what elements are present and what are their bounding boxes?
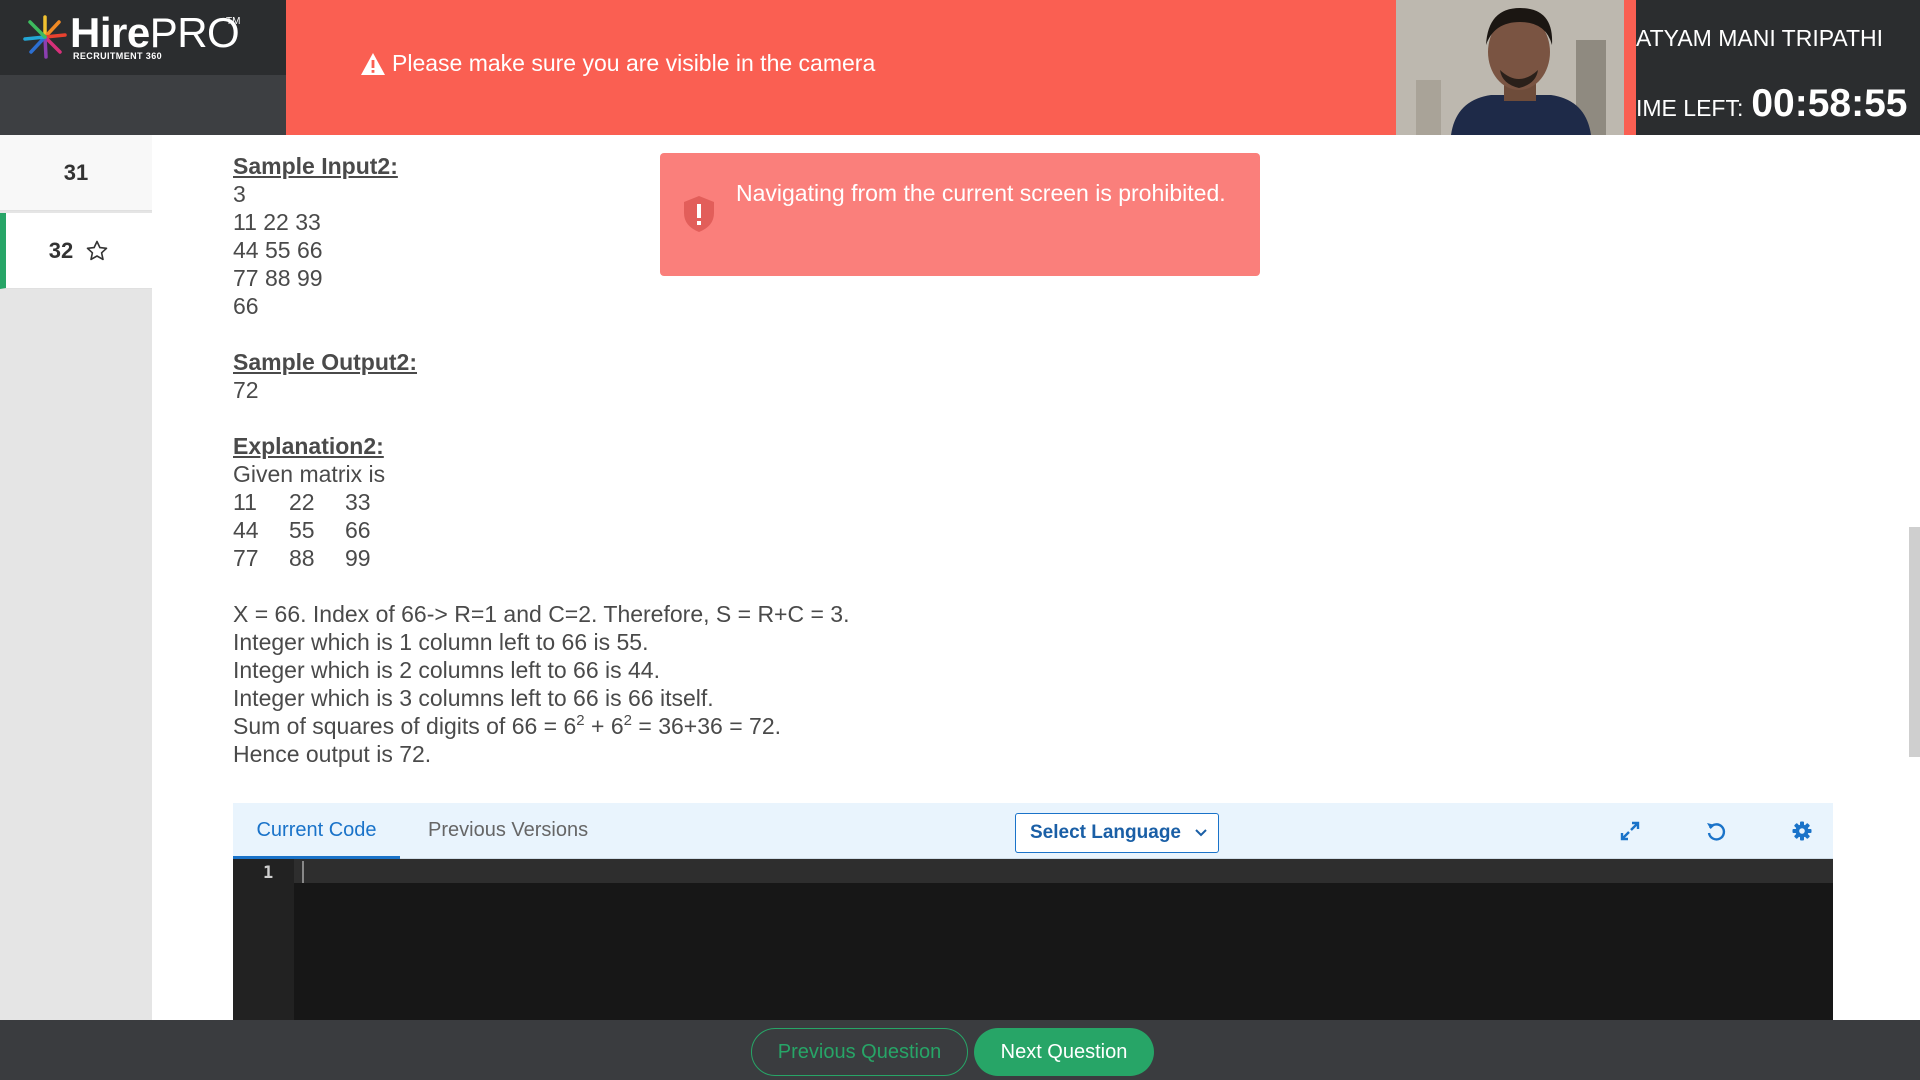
text-cursor (302, 861, 304, 883)
line-number: 1 (263, 863, 274, 883)
sample-output-value: 72 (233, 377, 259, 403)
tab-current-code[interactable]: Current Code (233, 803, 400, 859)
user-panel: ATYAM MANI TRIPATHI IME LEFT: 00:58:55 (1636, 0, 1920, 135)
expand-icon[interactable] (1619, 820, 1641, 842)
camera-alert-banner: Please make sure you are visible in the … (286, 0, 1396, 135)
code-input-area[interactable]: 1 (233, 859, 1833, 1020)
reset-icon[interactable] (1705, 820, 1727, 842)
matrix-row: 44 55 66 (233, 516, 850, 544)
trademark: TM (226, 16, 241, 27)
tab-previous-versions[interactable]: Previous Versions (428, 803, 588, 859)
shield-alert-icon (684, 196, 714, 232)
matrix-cell: 55 (289, 517, 315, 543)
matrix-cell: 77 (233, 545, 259, 571)
matrix-cell: 66 (345, 517, 371, 543)
question-sidebar: 31 32 (0, 135, 152, 1020)
matrix-row: 11 22 33 (233, 488, 850, 516)
star-outline-icon[interactable] (85, 239, 109, 263)
settings-gear-icon[interactable] (1791, 820, 1813, 842)
matrix-cell: 33 (345, 489, 371, 515)
conclusion-line: Hence output is 72. (233, 741, 432, 767)
navigation-warning-toast: Navigating from the current screen is pr… (660, 153, 1260, 276)
toast-message: Navigating from the current screen is pr… (736, 180, 1226, 206)
code-editor-panel: Current Code Previous Versions Select La… (233, 803, 1833, 1020)
warning-triangle-icon (361, 52, 385, 75)
editor-tab-bar: Current Code Previous Versions Select La… (233, 803, 1833, 859)
brand-name: HirePRO (70, 9, 240, 56)
question-number: 31 (63, 159, 89, 185)
explanation-line: Integer which is 3 columns left to 66 is… (233, 685, 714, 711)
sample-output-heading: Sample Output2: (233, 349, 418, 375)
explanation-line: Integer which is 1 column left to 66 is … (233, 629, 649, 655)
explanation-intro: Given matrix is (233, 461, 386, 487)
explanation-line: Integer which is 2 columns left to 66 is… (233, 657, 660, 683)
brand-logo: HirePRO TM RECRUITMENT 360 (0, 0, 286, 75)
page-scrollbar[interactable] (1909, 527, 1920, 757)
active-line-highlight (233, 859, 1833, 883)
webcam-preview (1396, 0, 1624, 135)
matrix-cell: 11 (233, 489, 257, 515)
language-select[interactable]: Select Language (1015, 813, 1219, 853)
candidate-name: ATYAM MANI TRIPATHI (1636, 25, 1884, 51)
matrix-cell: 99 (345, 545, 371, 571)
question-item-31[interactable]: 31 (0, 135, 152, 211)
language-select-label: Select Language (1030, 822, 1181, 843)
chevron-down-icon (1195, 829, 1207, 837)
timer: IME LEFT: 00:58:55 (1636, 82, 1907, 126)
header-strip (0, 75, 286, 135)
question-item-32[interactable]: 32 (0, 213, 152, 289)
next-question-button[interactable]: Next Question (974, 1028, 1154, 1076)
camera-border (1624, 0, 1636, 135)
line-number-gutter: 1 (233, 859, 294, 1020)
sum-of-squares-line: Sum of squares of digits of 66 = 62 + 62… (233, 712, 781, 739)
matrix-row: 77 88 99 (233, 544, 850, 572)
sample-input-line: 66 (233, 293, 259, 319)
explanation-line: X = 66. Index of 66-> R=1 and C=2. There… (233, 601, 850, 627)
brand-tagline: RECRUITMENT 360 (73, 51, 163, 61)
explanation-heading: Explanation2: (233, 433, 384, 459)
time-left-value: 00:58:55 (1751, 82, 1908, 125)
question-number: 32 (48, 237, 74, 263)
matrix-cell: 44 (233, 517, 259, 543)
webcam-person-image (1396, 0, 1624, 135)
previous-question-button[interactable]: Previous Question (751, 1028, 968, 1076)
starburst-logo-icon (23, 15, 67, 59)
footer-bar: Previous Question Next Question (0, 1020, 1920, 1080)
camera-alert-message: Please make sure you are visible in the … (392, 50, 876, 76)
matrix-cell: 22 (289, 489, 315, 515)
matrix-cell: 88 (289, 545, 315, 571)
time-left-label: IME LEFT: (1636, 95, 1744, 121)
